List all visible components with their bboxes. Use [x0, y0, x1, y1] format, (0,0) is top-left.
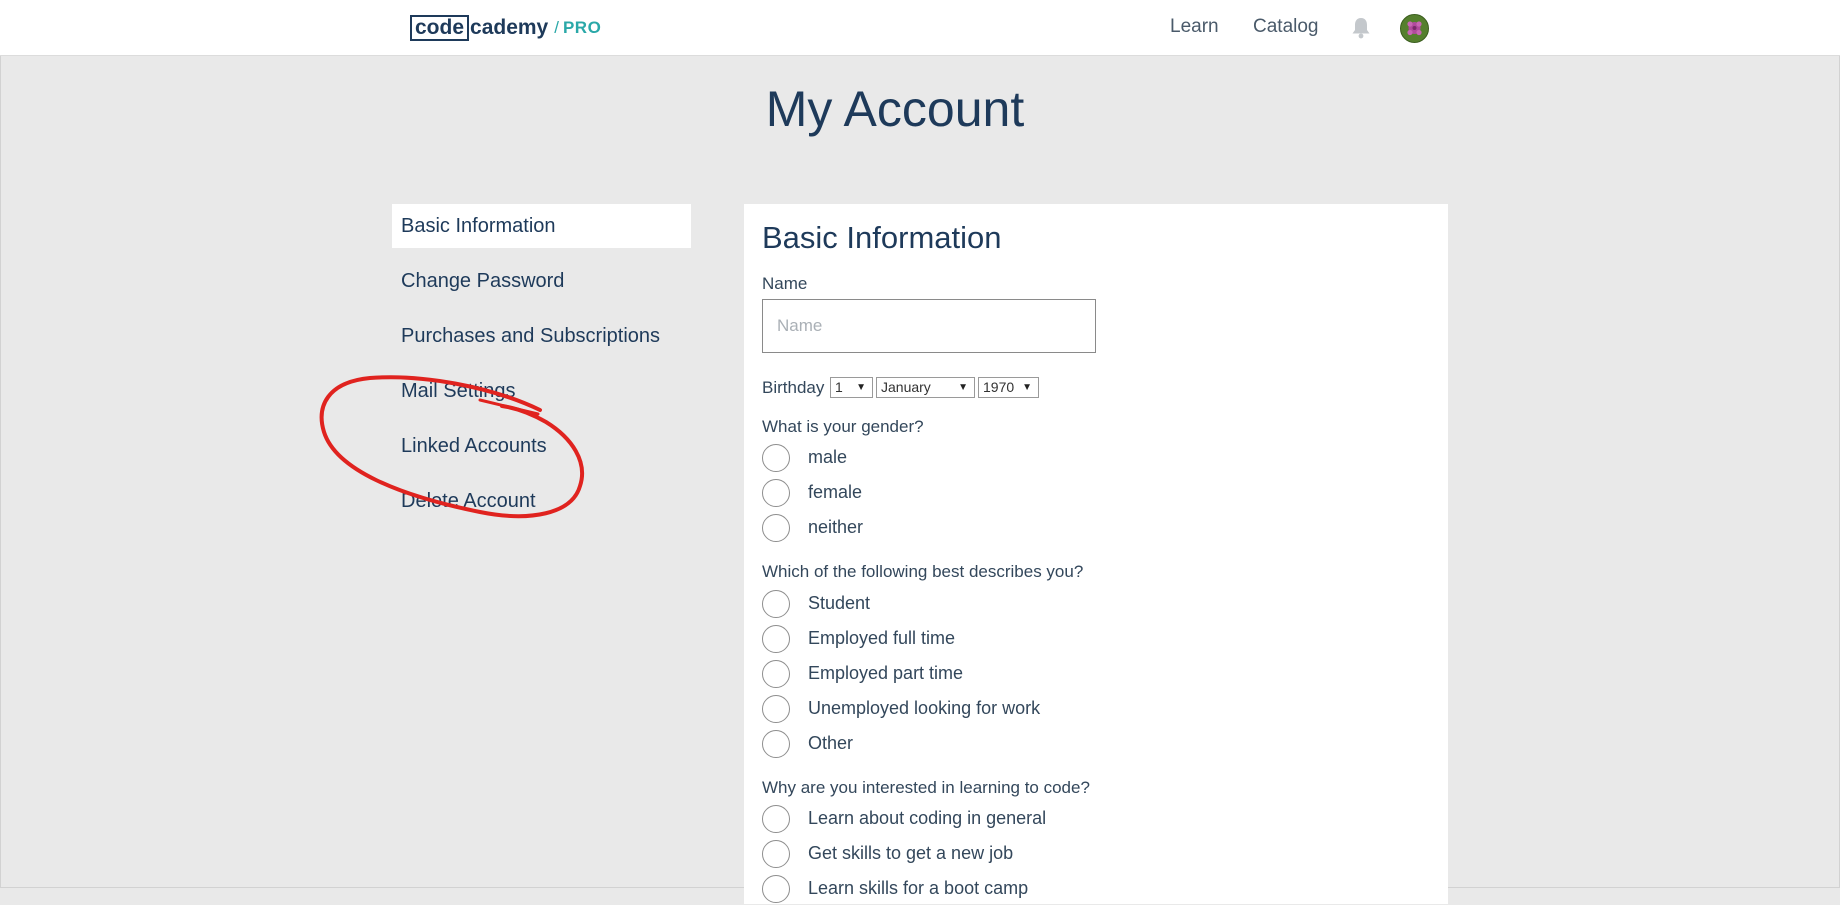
radio-label: Student: [808, 593, 871, 613]
radio-circle[interactable]: [762, 840, 790, 868]
radio-label: neither: [808, 517, 864, 537]
radio-circle[interactable]: [762, 660, 790, 688]
radio-label: Get skills to get a new job: [808, 843, 1014, 863]
basic-information-panel: Basic Information Name Birthday 1 ▼ Janu…: [744, 204, 1448, 904]
chevron-down-icon: ▼: [1022, 382, 1032, 393]
top-nav-bar: code cademy / PRO Learn Catalog: [0, 0, 1840, 56]
radio-label: female: [808, 482, 863, 502]
logo-pro-text: PRO: [562, 18, 602, 37]
radio-label: Learn skills for a boot camp: [808, 878, 1029, 898]
radio-label: Employed full time: [808, 628, 956, 648]
page-title: My Account: [765, 81, 1025, 137]
radio-circle[interactable]: [762, 625, 790, 653]
birthday-month-select[interactable]: January ▼: [876, 377, 975, 398]
radio-label: Unemployed looking for work: [808, 698, 1041, 718]
radio-circle[interactable]: [762, 479, 790, 507]
logo-separator: /: [554, 18, 559, 37]
radio-circle[interactable]: [762, 590, 790, 618]
chevron-down-icon: ▼: [958, 382, 968, 393]
account-sidebar: Basic Information Change Password Purcha…: [392, 204, 691, 534]
logo-code-box: code: [410, 15, 470, 41]
radio-label: male: [808, 447, 848, 467]
gender-question: What is your gender?: [762, 417, 924, 436]
chevron-down-icon: ▼: [856, 382, 866, 393]
codecademy-pro-logo[interactable]: code cademy / PRO: [410, 14, 601, 42]
bell-icon[interactable]: [1350, 16, 1372, 40]
birthday-year-value: 1970: [983, 379, 1015, 395]
sidebar-item-delete-account[interactable]: Delete Account: [392, 479, 691, 523]
sidebar-item-change-password[interactable]: Change Password: [392, 259, 691, 303]
panel-title: Basic Information: [762, 220, 1002, 255]
radio-circle[interactable]: [762, 730, 790, 758]
nav-learn-link[interactable]: Learn: [1170, 16, 1219, 38]
sidebar-item-purchases-subscriptions[interactable]: Purchases and Subscriptions: [392, 314, 691, 358]
birthday-label: Birthday: [762, 378, 825, 397]
radio-label: Other: [808, 733, 854, 753]
sidebar-item-basic-information[interactable]: Basic Information: [392, 204, 691, 248]
birthday-year-select[interactable]: 1970 ▼: [978, 377, 1039, 398]
radio-label: Learn about coding in general: [808, 808, 1047, 828]
birthday-day-select[interactable]: 1 ▼: [830, 377, 873, 398]
name-label: Name: [762, 274, 808, 293]
nav-catalog-link[interactable]: Catalog: [1253, 16, 1319, 38]
occupation-question: Which of the following best describes yo…: [762, 562, 1084, 581]
sidebar-item-mail-settings[interactable]: Mail Settings: [392, 369, 691, 413]
radio-circle[interactable]: [762, 805, 790, 833]
interest-question: Why are you interested in learning to co…: [762, 778, 1090, 797]
radio-circle[interactable]: [762, 695, 790, 723]
logo-cademy-text: cademy: [470, 16, 549, 39]
radio-circle[interactable]: [762, 514, 790, 542]
radio-label: Employed part time: [808, 663, 964, 683]
name-input[interactable]: [762, 299, 1096, 353]
user-avatar[interactable]: [1400, 14, 1429, 43]
birthday-day-value: 1: [835, 379, 843, 395]
radio-circle[interactable]: [762, 875, 790, 903]
birthday-month-value: January: [881, 379, 931, 395]
sidebar-item-linked-accounts[interactable]: Linked Accounts: [392, 424, 691, 468]
radio-circle[interactable]: [762, 444, 790, 472]
